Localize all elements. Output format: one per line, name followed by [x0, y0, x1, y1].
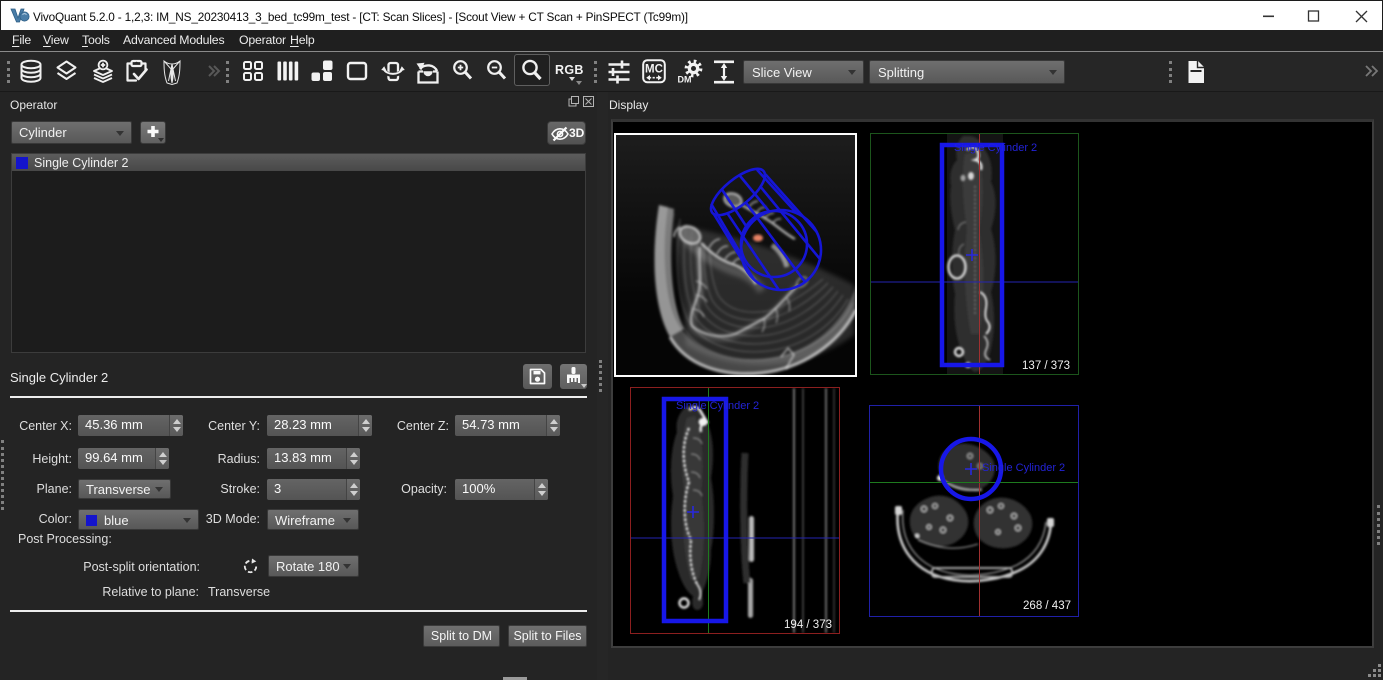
svg-text:MC: MC — [645, 64, 663, 76]
svg-text:DM: DM — [678, 75, 692, 85]
